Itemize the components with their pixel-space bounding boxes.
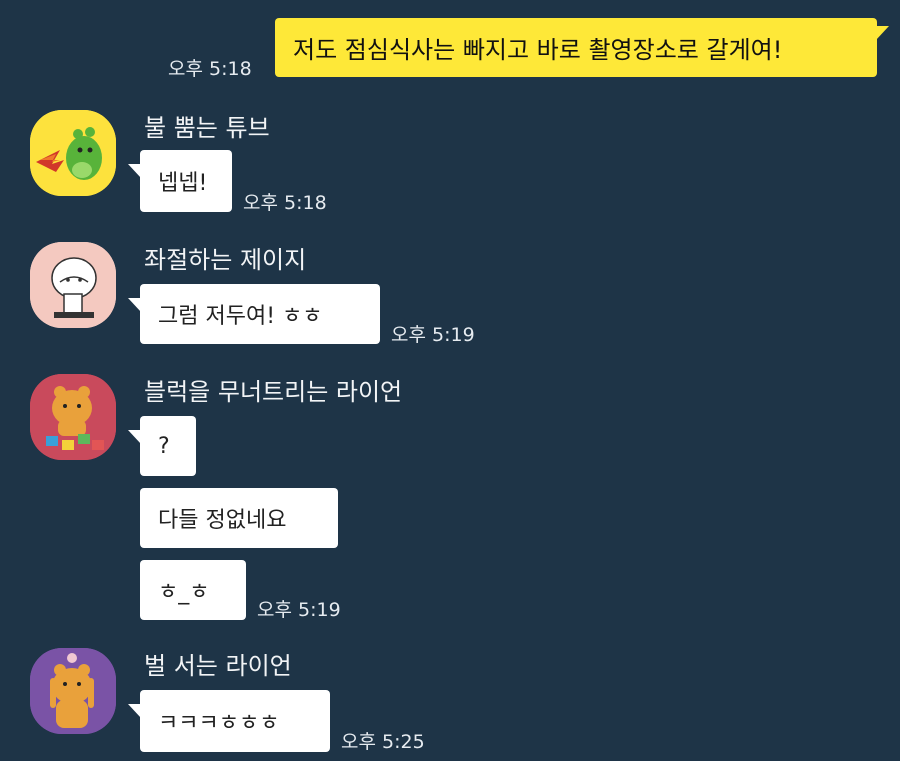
message-bubble[interactable]: 넵넵! xyxy=(128,150,232,212)
message-text: ㅎ_ㅎ xyxy=(158,580,210,605)
message-text: 저도 점심식사는 빠지고 바로 촬영장소로 갈게여! xyxy=(293,36,783,64)
message-time: 오후 5:18 xyxy=(168,58,252,80)
message-bubble[interactable]: 다들 정없네요 xyxy=(140,488,338,548)
message-time: 오후 5:19 xyxy=(391,324,475,346)
message-text: 넵넵! xyxy=(158,171,208,196)
message-time: 오후 5:18 xyxy=(243,192,327,214)
my-message-bubble[interactable]: 저도 점심식사는 빠지고 바로 촬영장소로 갈게여! xyxy=(275,18,889,77)
message-bubble[interactable]: 그럼 저두여! ㅎㅎ xyxy=(128,284,380,344)
message-bubble[interactable]: ㅋㅋㅋㅎㅎㅎ xyxy=(128,690,330,752)
message-time: 오후 5:19 xyxy=(257,599,341,621)
ryan-with-blocks-icon[interactable] xyxy=(30,374,116,460)
sender-name: 블럭을 무너트리는 라이언 xyxy=(144,378,403,406)
fire-breathing-tube-icon[interactable] xyxy=(30,110,116,196)
frustrated-jay-g-icon[interactable] xyxy=(30,242,116,328)
message-text: 다들 정없네요 xyxy=(158,508,287,533)
message-text: ? xyxy=(158,433,170,459)
ryan-punished-icon[interactable] xyxy=(30,648,116,734)
message-time: 오후 5:25 xyxy=(341,731,425,753)
sender-name: 불 뿜는 튜브 xyxy=(144,114,270,142)
message-bubble[interactable]: ㅎ_ㅎ xyxy=(140,560,246,620)
message-text: 그럼 저두여! ㅎㅎ xyxy=(158,304,323,329)
sender-name: 벌 서는 라이언 xyxy=(144,652,292,680)
message-text: ㅋㅋㅋㅎㅎㅎ xyxy=(158,711,280,736)
sender-name: 좌절하는 제이지 xyxy=(144,246,307,274)
message-bubble[interactable]: ? xyxy=(128,416,196,476)
